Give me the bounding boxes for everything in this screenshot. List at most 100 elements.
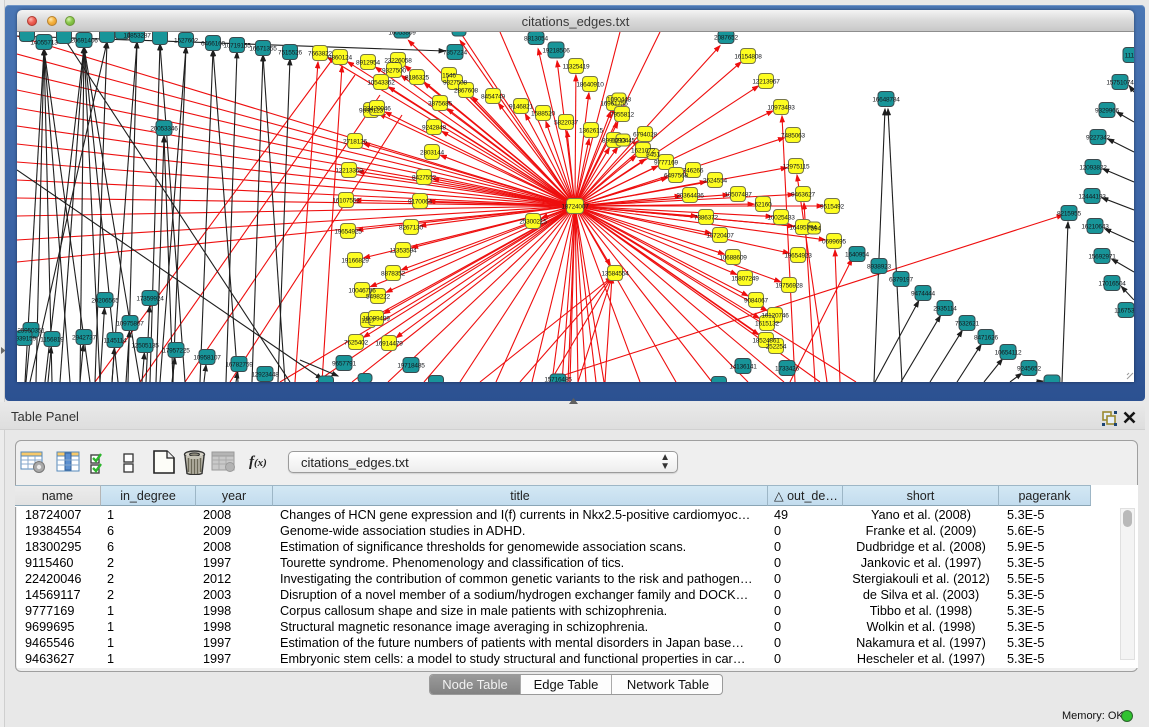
svg-text:16914479: 16914479 <box>375 341 403 348</box>
svg-text:17016504: 17016504 <box>1098 281 1126 288</box>
svg-text:3451: 3451 <box>646 152 660 159</box>
svg-text:25950351: 25950351 <box>17 328 45 335</box>
svg-text:9242848: 9242848 <box>422 125 446 132</box>
svg-text:10958107: 10958107 <box>193 355 221 362</box>
svg-text:9860124: 9860124 <box>328 55 352 62</box>
svg-text:1733426: 1733426 <box>775 366 799 373</box>
svg-text:8878352: 8878352 <box>381 271 405 278</box>
svg-text:8912954: 8912954 <box>356 60 380 67</box>
svg-text:19756928: 19756928 <box>775 283 803 290</box>
svg-text:20053346: 20053346 <box>150 126 178 133</box>
svg-text:11325419: 11325419 <box>563 64 590 71</box>
svg-text:8215955: 8215955 <box>1057 211 1081 218</box>
svg-text:8813054: 8813054 <box>524 36 548 43</box>
svg-text:12213967: 12213967 <box>752 79 780 86</box>
svg-text:19654923: 19654923 <box>784 253 812 260</box>
svg-text:9146821: 9146821 <box>509 104 533 111</box>
svg-text:12505135: 12505135 <box>131 343 159 350</box>
svg-text:1527602: 1527602 <box>174 38 198 45</box>
svg-text:8471626: 8471626 <box>974 335 998 342</box>
svg-text:9515492: 9515492 <box>820 204 844 211</box>
svg-text:25300215: 25300215 <box>519 219 547 226</box>
svg-text:1167531: 1167531 <box>1114 308 1134 315</box>
svg-text:16099489: 16099489 <box>362 316 390 323</box>
svg-text:6466160: 6466160 <box>201 41 225 48</box>
svg-text:23226058: 23226058 <box>384 58 412 65</box>
svg-text:9327508: 9327508 <box>443 80 467 87</box>
svg-text:10853287: 10853287 <box>123 33 151 40</box>
svg-text:12093822: 12093822 <box>1079 165 1107 172</box>
svg-text:18640910: 18640910 <box>576 82 604 89</box>
svg-text:1112: 1112 <box>1125 53 1134 60</box>
svg-text:12213369: 12213369 <box>335 168 363 175</box>
svg-text:14136141: 14136141 <box>729 364 757 371</box>
svg-text:7485063: 7485063 <box>781 133 805 140</box>
svg-text:9084067: 9084067 <box>744 298 768 305</box>
svg-text:15751074: 15751074 <box>1106 80 1134 87</box>
svg-text:10025433: 10025433 <box>767 215 795 222</box>
svg-text:2718126: 2718126 <box>343 139 367 146</box>
svg-text:16120746: 16120746 <box>761 313 789 320</box>
svg-text:10543362: 10543362 <box>367 80 395 87</box>
svg-text:9463627: 9463627 <box>791 192 815 199</box>
svg-text:18724007: 18724007 <box>561 204 589 211</box>
svg-text:7594: 7594 <box>807 226 821 233</box>
svg-text:17359924: 17359924 <box>136 296 164 303</box>
svg-text:1939159: 1939159 <box>17 336 37 343</box>
svg-text:16671355: 16671355 <box>249 46 277 53</box>
svg-text:9327500: 9327500 <box>382 68 406 75</box>
svg-text:1546: 1546 <box>442 73 456 80</box>
svg-text:7625402: 7625402 <box>344 340 368 347</box>
svg-text:10975867: 10975867 <box>116 321 144 328</box>
svg-text:8427552: 8427552 <box>412 175 436 182</box>
svg-text:7632621: 7632621 <box>955 321 979 328</box>
svg-text:7386372: 7386372 <box>694 215 718 222</box>
svg-text:7955812: 7955812 <box>610 112 634 119</box>
svg-text:1615132: 1615132 <box>755 321 779 328</box>
svg-text:10973493: 10973493 <box>767 105 795 112</box>
svg-text:8267130: 8267130 <box>399 225 423 232</box>
svg-text:12975115: 12975115 <box>783 164 810 171</box>
svg-text:16053809: 16053809 <box>388 32 416 37</box>
svg-text:252254: 252254 <box>766 344 787 351</box>
svg-text:1156819: 1156819 <box>40 337 64 344</box>
svg-text:16107552: 16107552 <box>332 198 360 205</box>
svg-text:20206565: 20206565 <box>91 298 119 305</box>
svg-text:10507487: 10507487 <box>724 192 752 199</box>
svg-text:1145114: 1145114 <box>104 338 128 345</box>
svg-text:16154808: 16154808 <box>734 54 762 61</box>
svg-text:15720407: 15720407 <box>706 233 734 240</box>
svg-text:9474444: 9474444 <box>911 291 935 298</box>
svg-text:62160: 62160 <box>754 202 772 209</box>
svg-text:2867608: 2867608 <box>454 88 478 95</box>
svg-text:15716485: 15716485 <box>544 377 572 383</box>
svg-text:10654112: 10654112 <box>995 350 1022 357</box>
svg-text:12444193: 12444193 <box>1078 194 1106 201</box>
svg-text:13584554: 13584554 <box>601 271 629 278</box>
svg-text:8186325: 8186325 <box>405 75 429 82</box>
svg-text:10719155: 10719155 <box>223 43 251 50</box>
svg-text:2935114: 2935114 <box>933 306 957 313</box>
svg-text:7515526: 7515526 <box>278 50 302 57</box>
svg-text:7357224: 7357224 <box>443 50 467 57</box>
svg-text:9777169: 9777169 <box>654 160 678 167</box>
svg-text:19218506: 19218506 <box>542 48 570 55</box>
svg-text:19654925: 19654925 <box>334 229 362 236</box>
svg-text:9329966: 9329966 <box>1095 108 1119 115</box>
svg-text:2942737: 2942737 <box>72 335 96 342</box>
svg-text:14055713: 14055713 <box>30 40 58 47</box>
svg-text:1090445: 1090445 <box>611 138 635 145</box>
svg-text:15692971: 15692971 <box>1088 254 1116 261</box>
svg-text:0699695: 0699695 <box>822 239 846 246</box>
svg-text:19166829: 19166829 <box>341 258 369 265</box>
svg-text:6497568: 6497568 <box>664 173 688 180</box>
svg-text:9657791: 9657791 <box>332 361 356 368</box>
svg-text:9245652: 9245652 <box>1017 366 1041 373</box>
svg-text:9170064: 9170064 <box>408 199 432 206</box>
svg-text:9227342: 9227342 <box>1086 135 1110 142</box>
svg-text:11353594: 11353594 <box>390 248 417 255</box>
svg-text:15807249: 15807249 <box>731 276 759 283</box>
svg-text:10688609: 10688609 <box>719 255 747 262</box>
svg-text:6379197: 6379197 <box>889 277 913 284</box>
svg-text:17957225: 17957225 <box>162 348 190 355</box>
